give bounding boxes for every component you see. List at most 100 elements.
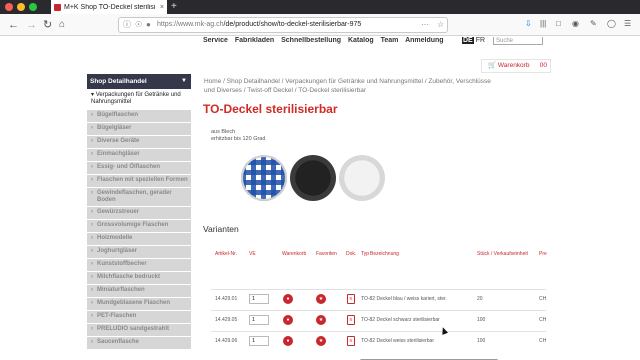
sidebar-item[interactable]: Joghurtgläser	[87, 246, 191, 259]
nav-team[interactable]: Team	[381, 37, 399, 44]
back-arrow-icon[interactable]: ←	[8, 18, 19, 32]
bookmark-star-icon[interactable]: ☆	[437, 18, 444, 32]
url-text: https://www.mk-ag.ch/de/product/show/to-…	[157, 18, 361, 32]
lock-icon[interactable]: ●	[146, 18, 151, 32]
caret-down-icon: ▼	[181, 78, 187, 84]
sidebar-item[interactable]: Kunststoffbecher	[87, 259, 191, 272]
sidebar-item[interactable]: Holzmodelle	[87, 233, 191, 246]
blue-checked-lid	[241, 155, 287, 201]
language-switcher: DE FR	[462, 37, 485, 44]
site-favicon-icon	[54, 3, 61, 11]
nav-fabrikladen[interactable]: Fabrikladen	[235, 37, 274, 44]
account-icon[interactable]: ◯	[607, 19, 616, 28]
add-to-cart-icon[interactable]: ●	[283, 315, 293, 325]
nav-service[interactable]: Service	[203, 37, 228, 44]
nav-schnellbestellung[interactable]: Schnellbestellung	[281, 37, 341, 44]
add-to-cart-icon[interactable]: ●	[283, 294, 293, 304]
page-actions-icon[interactable]: ···	[421, 18, 429, 32]
variant-description: TO-82 Deckel schwarz sterilisierbar	[361, 317, 440, 323]
sidebar-item[interactable]: Saucenflasche	[87, 337, 191, 350]
quantity-input[interactable]: 1	[249, 294, 269, 304]
product-title: TO-Deckel sterilisierbar	[203, 102, 338, 116]
price: CH	[539, 338, 547, 344]
minimize-window-icon[interactable]	[17, 3, 25, 11]
col-preis[interactable]: Pre	[539, 251, 547, 257]
sidebar-item[interactable]: Grossvolumige Flaschen	[87, 220, 191, 233]
lang-de[interactable]: DE	[462, 37, 474, 44]
sidebar-item[interactable]: Flaschen mit speziellen Formen	[87, 175, 191, 188]
table-row: 14.429.05 1 ● ★ ≡ TO-82 Deckel schwarz steril…	[211, 310, 546, 330]
cart-count: 00	[539, 62, 547, 69]
col-ve[interactable]: VE	[249, 251, 256, 257]
sidebar-item-active[interactable]: ▾ Verpackungen für Getränke und Nahrungs…	[87, 89, 191, 110]
sidebar-item[interactable]: Bügelflaschen	[87, 110, 191, 123]
variants-heading: Varianten	[203, 224, 239, 234]
favorite-star-icon[interactable]: ★	[316, 294, 326, 304]
forward-arrow-icon[interactable]: →	[26, 18, 37, 32]
sidebar-item[interactable]: Diverse Geräte	[87, 136, 191, 149]
favorite-star-icon[interactable]: ★	[316, 336, 326, 346]
article-number: 14.429.01	[215, 296, 238, 302]
col-dok: Dok.	[346, 251, 357, 257]
sidebar-item[interactable]: Gewindeflaschen, gerader Boden	[87, 188, 191, 207]
sidebar-item[interactable]: PRELUDIO sandgestrahlt	[87, 324, 191, 337]
article-number: 14.429.06	[215, 338, 238, 344]
new-tab-button[interactable]: +	[171, 0, 177, 14]
variant-description: TO-82 Deckel weiss sterilisierbar	[361, 338, 434, 344]
product-description: aus Blech erhitzbar bis 120 Grad	[211, 129, 265, 143]
col-stueck[interactable]: Stück / Verkaufseinheit	[477, 251, 528, 257]
sidebar-header-label: Shop Detailhandel	[90, 78, 147, 85]
close-window-icon[interactable]	[5, 3, 13, 11]
sidebar-item[interactable]: Einmachgläser	[87, 149, 191, 162]
cart-button[interactable]: 🛒 Warenkorb 00	[481, 59, 551, 73]
sidebar-item[interactable]: Essig- und Ölflaschen	[87, 162, 191, 175]
document-icon[interactable]: ≡	[347, 336, 355, 346]
address-bar[interactable]: ⓘ ☉ ● https://www.mk-ag.ch/de/product/sh…	[118, 17, 448, 33]
info-icon[interactable]: ⓘ	[123, 18, 131, 32]
cart-label: Warenkorb	[497, 62, 530, 69]
url-host: https://www.mk-ag.ch	[157, 21, 224, 28]
web-page: Service Fabrikladen Schnellbestellung Ka…	[0, 37, 640, 360]
col-bezeichnung[interactable]: Bezeichnung	[370, 251, 399, 257]
browser-tab[interactable]: M+K Shop TO-Deckel sterilisi ×	[51, 0, 167, 14]
quantity-input[interactable]: 1	[249, 336, 269, 346]
units-per-sale: 100	[477, 317, 486, 323]
home-icon[interactable]: ⌂	[59, 18, 65, 32]
sidebar-active-label: Verpackungen für Getränke und Nahrungsmi…	[91, 92, 181, 105]
download-icon[interactable]: ⇩	[525, 19, 532, 28]
col-typ[interactable]: Typ	[361, 251, 369, 257]
sidebar-item[interactable]: Bügelgläser	[87, 123, 191, 136]
reload-icon[interactable]: ↻	[43, 18, 52, 32]
sidebar-item[interactable]: Miniaturflaschen	[87, 285, 191, 298]
sidebar-header[interactable]: Shop Detailhandel ▼	[87, 74, 191, 89]
table-row: 14.429.06 1 ● ★ ≡ TO-82 Deckel weiss sterilis…	[211, 331, 546, 351]
col-artikel[interactable]: Artikel-Nr.	[215, 251, 237, 257]
units-per-sale: 20	[477, 296, 483, 302]
search-input[interactable]: Suche	[493, 37, 543, 45]
extension-icon[interactable]: ◉	[572, 19, 579, 28]
sidebar-item[interactable]: Milchflasche bedruckt	[87, 272, 191, 285]
shield-icon[interactable]: ☉	[135, 18, 142, 32]
tab-close-icon[interactable]: ×	[160, 4, 164, 11]
sidebar-toggle-icon[interactable]: □	[556, 19, 561, 28]
quantity-input[interactable]: 1	[249, 315, 269, 325]
col-warenkorb: Warenkorb	[282, 251, 307, 257]
category-sidebar: Shop Detailhandel ▼ ▾ Verpackungen für G…	[87, 74, 191, 360]
document-icon[interactable]: ≡	[347, 315, 355, 325]
breadcrumb[interactable]: Home / Shop Detailhandel / Verpackungen …	[204, 77, 494, 95]
col-favoriten: Favoriten	[316, 251, 337, 257]
favorite-star-icon[interactable]: ★	[316, 315, 326, 325]
menu-icon[interactable]: ☰	[624, 19, 631, 28]
maximize-window-icon[interactable]	[29, 3, 37, 11]
document-icon[interactable]: ≡	[347, 294, 355, 304]
nav-katalog[interactable]: Katalog	[348, 37, 374, 44]
sidebar-item[interactable]: Gewürzstreuer	[87, 207, 191, 220]
nav-anmeldung[interactable]: Anmeldung	[405, 37, 444, 44]
add-to-cart-icon[interactable]: ●	[283, 336, 293, 346]
lang-fr[interactable]: FR	[476, 37, 485, 44]
sidebar-item[interactable]: PET-Flaschen	[87, 311, 191, 324]
sidebar-item[interactable]: Mundgeblasene Flaschen	[87, 298, 191, 311]
desc-line-2: erhitzbar bis 120 Grad	[211, 136, 266, 142]
library-icon[interactable]: |||	[540, 19, 546, 28]
screenshot-icon[interactable]: ✎	[590, 19, 597, 28]
